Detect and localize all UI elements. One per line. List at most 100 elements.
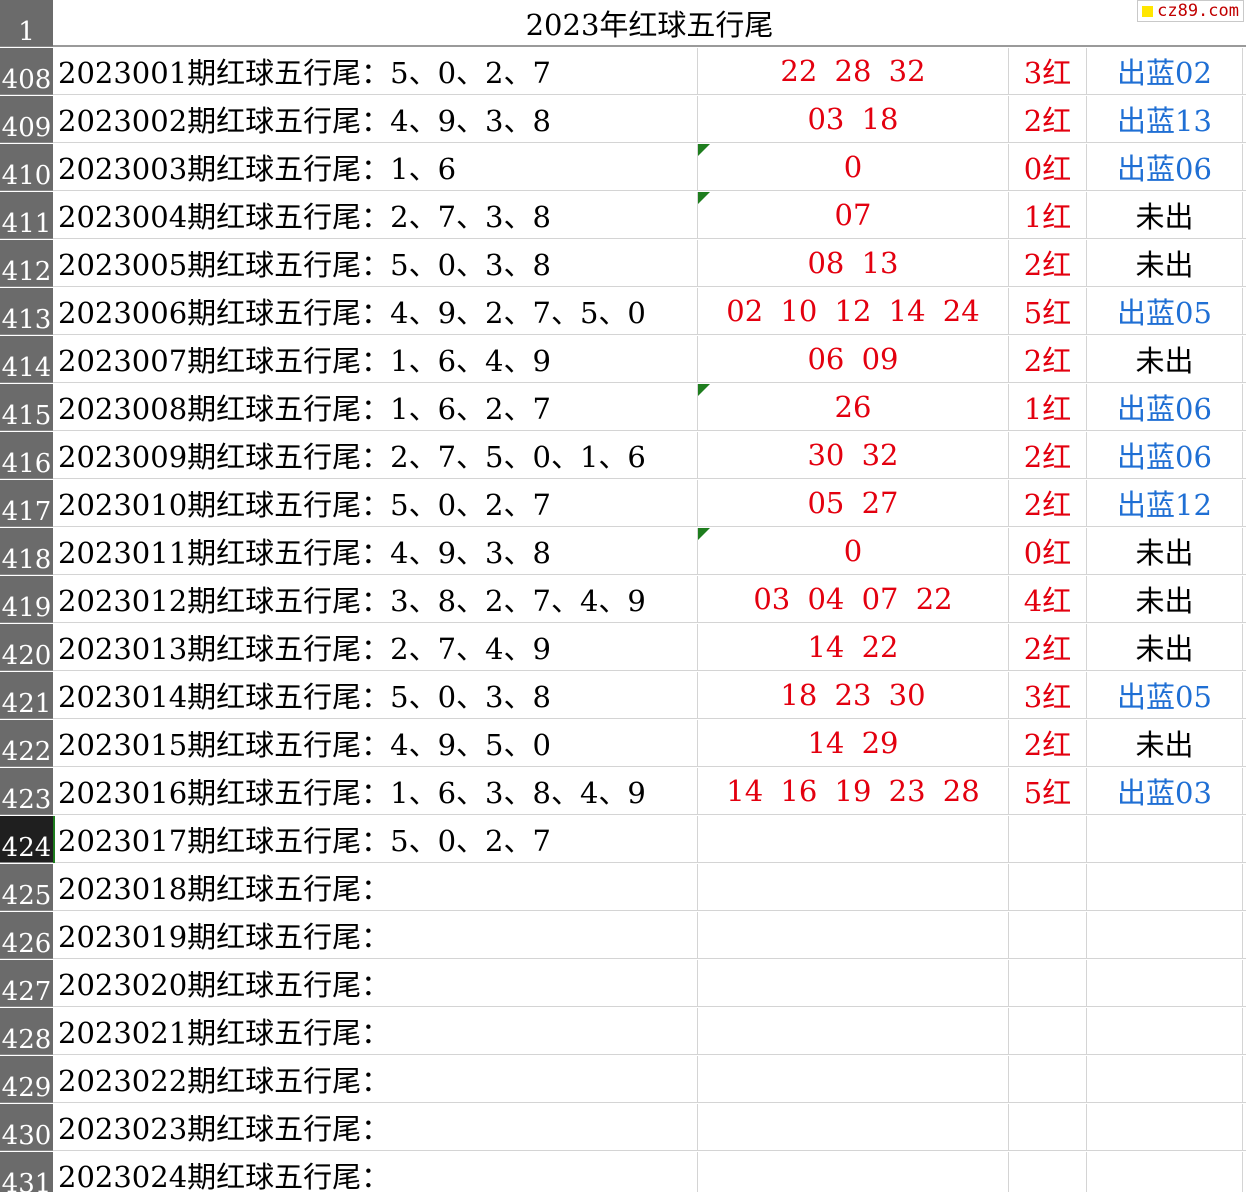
- cell-red-count[interactable]: 2红: [1009, 480, 1087, 527]
- row-header[interactable]: 417: [0, 480, 53, 527]
- cell-blue-result[interactable]: [1087, 1056, 1243, 1103]
- cell-red-count[interactable]: 2红: [1009, 720, 1087, 767]
- cell-blue-result[interactable]: [1087, 1008, 1243, 1055]
- row-header[interactable]: 1: [0, 0, 53, 47]
- cell-red-count[interactable]: 2红: [1009, 432, 1087, 479]
- cell-blue-result[interactable]: [1087, 816, 1243, 863]
- cell-red-hits[interactable]: [698, 816, 1009, 863]
- row-header[interactable]: 429: [0, 1056, 53, 1103]
- cell-red-hits[interactable]: 05 27: [698, 480, 1009, 527]
- cell-red-count[interactable]: [1009, 912, 1087, 959]
- cell-description[interactable]: 2023005期红球五行尾：5、0、3、8: [53, 240, 698, 287]
- cell-red-count[interactable]: 1红: [1009, 384, 1087, 431]
- cell-red-hits[interactable]: 08 13: [698, 240, 1009, 287]
- cell-description[interactable]: 2023015期红球五行尾：4、9、5、0: [53, 720, 698, 767]
- cell-red-hits[interactable]: 06 09: [698, 336, 1009, 383]
- row-header[interactable]: 428: [0, 1008, 53, 1055]
- row-header[interactable]: 411: [0, 192, 53, 239]
- row-header[interactable]: 421: [0, 672, 53, 719]
- cell-blue-result[interactable]: 未出: [1087, 624, 1243, 671]
- cell-red-count[interactable]: [1009, 1008, 1087, 1055]
- cell-description[interactable]: 2023003期红球五行尾：1、6: [53, 144, 698, 191]
- cell-red-count[interactable]: 2红: [1009, 336, 1087, 383]
- cell-red-hits[interactable]: 03 04 07 22: [698, 576, 1009, 623]
- cell-description[interactable]: 2023002期红球五行尾：4、9、3、8: [53, 96, 698, 143]
- cell-red-count[interactable]: 2红: [1009, 624, 1087, 671]
- cell-description[interactable]: 2023016期红球五行尾：1、6、3、8、4、9: [53, 768, 698, 815]
- row-header[interactable]: 418: [0, 528, 53, 575]
- cell-red-count[interactable]: 1红: [1009, 192, 1087, 239]
- cell-blue-result[interactable]: 未出: [1087, 192, 1243, 239]
- title-cell[interactable]: 2023年红球五行尾: [53, 0, 1246, 47]
- cell-description[interactable]: 2023006期红球五行尾：4、9、2、7、5、0: [53, 288, 698, 335]
- cell-red-count[interactable]: 3红: [1009, 48, 1087, 95]
- cell-blue-result[interactable]: 未出: [1087, 528, 1243, 575]
- cell-description[interactable]: 2023004期红球五行尾：2、7、3、8: [53, 192, 698, 239]
- cell-description[interactable]: 2023014期红球五行尾：5、0、3、8: [53, 672, 698, 719]
- cell-blue-result[interactable]: [1087, 1152, 1243, 1192]
- row-header[interactable]: 423: [0, 768, 53, 815]
- cell-description[interactable]: 2023020期红球五行尾：: [53, 960, 698, 1007]
- cell-description[interactable]: 2023023期红球五行尾：: [53, 1104, 698, 1151]
- row-header[interactable]: 415: [0, 384, 53, 431]
- row-header[interactable]: 419: [0, 576, 53, 623]
- cell-red-count[interactable]: 2红: [1009, 96, 1087, 143]
- cell-red-count[interactable]: [1009, 1104, 1087, 1151]
- cell-red-count[interactable]: [1009, 816, 1087, 863]
- cell-description[interactable]: 2023018期红球五行尾：: [53, 864, 698, 911]
- cell-description[interactable]: 2023011期红球五行尾：4、9、3、8: [53, 528, 698, 575]
- row-header[interactable]: 420: [0, 624, 53, 671]
- cell-description[interactable]: 2023008期红球五行尾：1、6、2、7: [53, 384, 698, 431]
- cell-description[interactable]: 2023010期红球五行尾：5、0、2、7: [53, 480, 698, 527]
- cell-red-count[interactable]: 2红: [1009, 240, 1087, 287]
- cell-red-count[interactable]: [1009, 960, 1087, 1007]
- row-header[interactable]: 430: [0, 1104, 53, 1151]
- cell-red-hits[interactable]: 0: [698, 144, 1009, 191]
- cell-red-count[interactable]: 0红: [1009, 528, 1087, 575]
- row-header[interactable]: 424: [0, 816, 53, 863]
- cell-red-hits[interactable]: 14 22: [698, 624, 1009, 671]
- cell-blue-result[interactable]: 未出: [1087, 576, 1243, 623]
- cell-description[interactable]: 2023022期红球五行尾：: [53, 1056, 698, 1103]
- cell-red-hits[interactable]: 0: [698, 528, 1009, 575]
- cell-blue-result[interactable]: [1087, 912, 1243, 959]
- cell-red-hits[interactable]: [698, 1152, 1009, 1192]
- cell-red-hits[interactable]: 30 32: [698, 432, 1009, 479]
- cell-red-count[interactable]: 3红: [1009, 672, 1087, 719]
- cell-red-hits[interactable]: [698, 864, 1009, 911]
- cell-description[interactable]: 2023017期红球五行尾：5、0、2、7: [53, 816, 698, 863]
- cell-red-hits[interactable]: 14 29: [698, 720, 1009, 767]
- cell-red-hits[interactable]: [698, 960, 1009, 1007]
- cell-red-count[interactable]: [1009, 1056, 1087, 1103]
- cell-red-count[interactable]: 4红: [1009, 576, 1087, 623]
- cell-blue-result[interactable]: [1087, 864, 1243, 911]
- row-header[interactable]: 410: [0, 144, 53, 191]
- cell-blue-result[interactable]: 未出: [1087, 720, 1243, 767]
- cell-blue-result[interactable]: 出蓝13: [1087, 96, 1243, 143]
- row-header[interactable]: 431: [0, 1152, 53, 1192]
- row-header[interactable]: 427: [0, 960, 53, 1007]
- row-header[interactable]: 426: [0, 912, 53, 959]
- cell-blue-result[interactable]: 出蓝06: [1087, 432, 1243, 479]
- cell-description[interactable]: 2023024期红球五行尾：: [53, 1152, 698, 1192]
- cell-description[interactable]: 2023019期红球五行尾：: [53, 912, 698, 959]
- cell-red-count[interactable]: 5红: [1009, 288, 1087, 335]
- cell-red-hits[interactable]: [698, 1008, 1009, 1055]
- cell-blue-result[interactable]: 出蓝02: [1087, 48, 1243, 95]
- row-header[interactable]: 412: [0, 240, 53, 287]
- cell-blue-result[interactable]: 出蓝12: [1087, 480, 1243, 527]
- cell-blue-result[interactable]: 出蓝05: [1087, 288, 1243, 335]
- cell-red-count[interactable]: 5红: [1009, 768, 1087, 815]
- cell-red-hits[interactable]: 22 28 32: [698, 48, 1009, 95]
- cell-blue-result[interactable]: [1087, 1104, 1243, 1151]
- cell-blue-result[interactable]: 未出: [1087, 336, 1243, 383]
- row-header[interactable]: 422: [0, 720, 53, 767]
- cell-blue-result[interactable]: [1087, 960, 1243, 1007]
- cell-red-hits[interactable]: [698, 912, 1009, 959]
- cell-description[interactable]: 2023021期红球五行尾：: [53, 1008, 698, 1055]
- row-header[interactable]: 416: [0, 432, 53, 479]
- cell-red-hits[interactable]: 26: [698, 384, 1009, 431]
- cell-blue-result[interactable]: 出蓝06: [1087, 144, 1243, 191]
- cell-red-hits[interactable]: 07: [698, 192, 1009, 239]
- cell-red-count[interactable]: [1009, 864, 1087, 911]
